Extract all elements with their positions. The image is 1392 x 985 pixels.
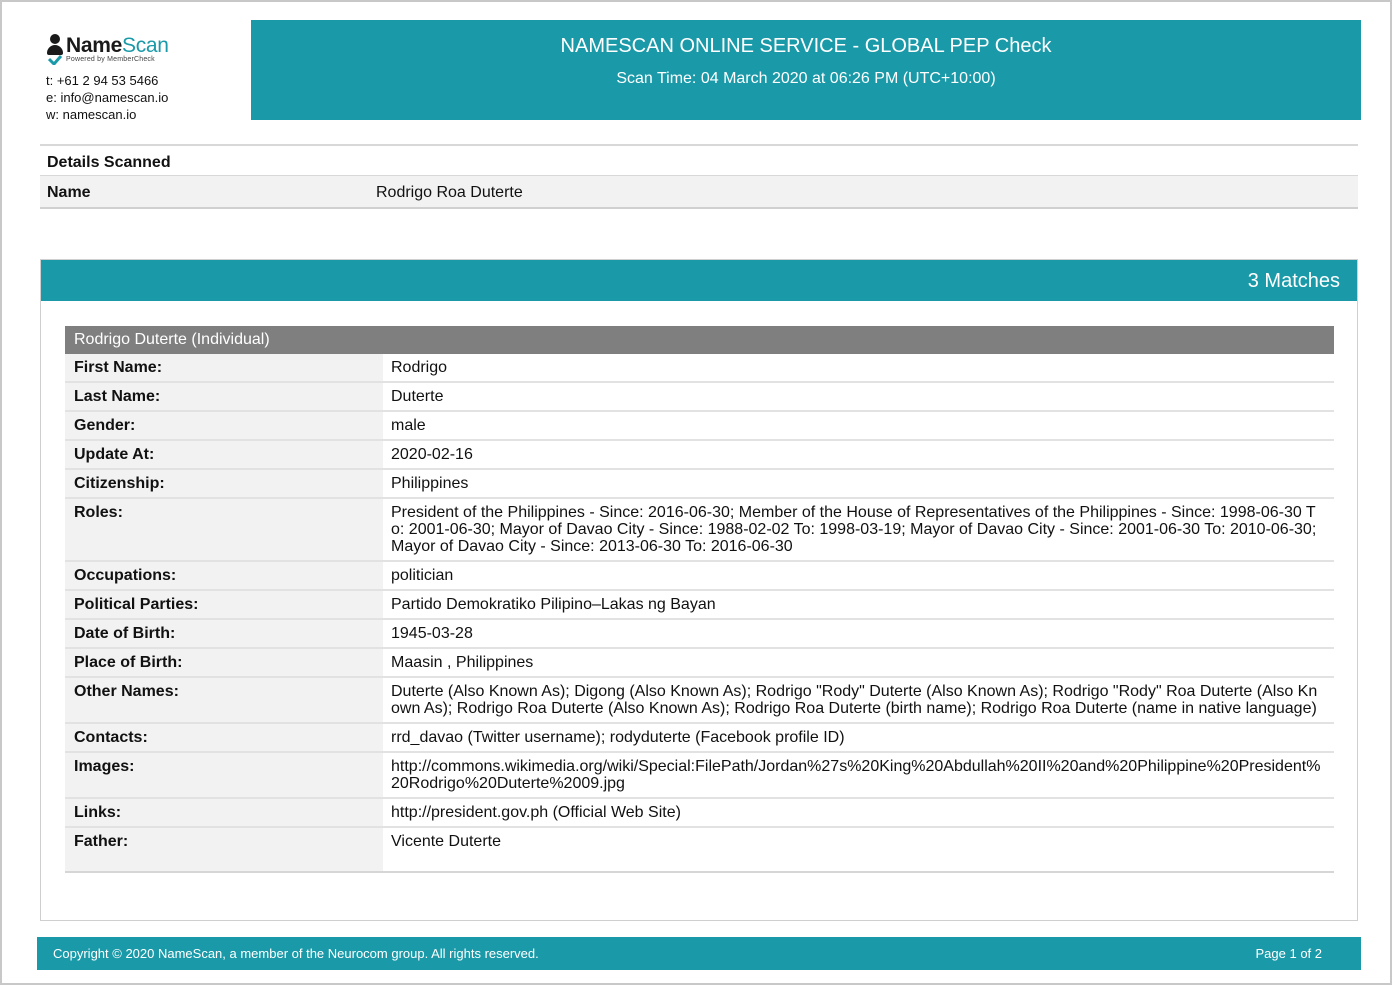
field-label: Place of Birth: (74, 654, 183, 671)
field-label: Occupations: (74, 567, 177, 584)
field-row: Occupations: politician (65, 562, 1334, 591)
field-value: http://president.gov.ph (Official Web Si… (391, 804, 681, 821)
field-label: Links: (74, 804, 122, 821)
logo-name-part-1: Name (66, 34, 122, 57)
logo-tagline: Powered by MemberCheck (66, 56, 155, 63)
field-label: Political Parties: (74, 596, 199, 613)
company-info: NameScan Powered by MemberCheck t: +61 2… (46, 34, 246, 123)
field-label: Contacts: (74, 729, 148, 746)
field-value: Rodrigo (391, 359, 448, 376)
field-row: Update At: 2020-02-16 (65, 441, 1334, 470)
matches-count: 3 Matches (41, 260, 1357, 301)
field-row: Father: Vicente Duterte (65, 828, 1334, 873)
field-label: Gender: (74, 417, 136, 434)
field-value: Vicente Duterte (391, 833, 501, 850)
field-label: Other Names: (74, 683, 179, 700)
contact-web: w: namescan.io (46, 107, 137, 122)
field-row: Contacts: rrd_davao (Twitter username); r… (65, 724, 1334, 753)
field-value: politician (391, 567, 454, 584)
report-title-band: NAMESCAN ONLINE SERVICE - GLOBAL PEP Che… (251, 20, 1361, 120)
report-page: NameScan Powered by MemberCheck t: +61 2… (0, 0, 1392, 985)
match-record-fields: First Name: Rodrigo Last Name: Duterte Gende… (65, 354, 1334, 873)
field-row: Date of Birth: 1945-03-28 (65, 620, 1334, 649)
person-check-icon (46, 34, 64, 66)
field-value: rrd_davao (Twitter username); rodydutert… (391, 729, 845, 746)
contact-email: e: info@namescan.io (46, 90, 169, 105)
field-row: Political Parties: Partido Demokratiko Pi… (65, 591, 1334, 620)
field-row: Links: http://president.gov.ph (Official … (65, 799, 1334, 828)
field-value: http://commons.wikimedia.org/wiki/Specia… (391, 758, 1321, 792)
field-label: Images: (74, 758, 135, 775)
field-label: Citizenship: (74, 475, 165, 492)
copyright-text: Copyright © 2020 NameScan, a member of t… (53, 946, 539, 961)
details-name-label: Name (47, 184, 91, 201)
scan-time: Scan Time: 04 March 2020 at 06:26 PM (UT… (616, 70, 996, 87)
field-label: Father: (74, 833, 129, 850)
field-value: Duterte (391, 388, 444, 405)
field-label: First Name: (74, 359, 163, 376)
field-row: Other Names: Duterte (Also Known As); Dig… (65, 678, 1334, 724)
field-row: Images: http://commons.wikimedia.org/wiki… (65, 753, 1334, 799)
field-value: Duterte (Also Known As); Digong (Also Kn… (391, 683, 1318, 717)
field-value: President of the Philippines - Since: 20… (391, 504, 1317, 555)
matches-section: 3 Matches Rodrigo Duterte (Individual) F… (40, 259, 1358, 921)
field-row: First Name: Rodrigo (65, 354, 1334, 383)
match-record-title: Rodrigo Duterte (Individual) (65, 326, 1334, 354)
field-value: 1945-03-28 (391, 625, 473, 642)
field-label: Update At: (74, 446, 155, 463)
field-row: Place of Birth: Maasin , Philippines (65, 649, 1334, 678)
field-row: Last Name: Duterte (65, 383, 1334, 412)
details-scanned-heading: Details Scanned (40, 144, 1358, 176)
field-value: Partido Demokratiko Pilipino–Lakas ng Ba… (391, 596, 716, 613)
field-value: male (391, 417, 426, 434)
contact-phone: t: +61 2 94 53 5466 (46, 73, 159, 88)
field-label: Date of Birth: (74, 625, 176, 642)
field-value: Maasin , Philippines (391, 654, 534, 671)
logo-name-part-2: Scan (122, 34, 169, 57)
details-name-row: Name Rodrigo Roa Duterte (40, 176, 1358, 209)
field-row: Citizenship: Philippines (65, 470, 1334, 499)
field-value: 2020-02-16 (391, 446, 473, 463)
page-footer: Copyright © 2020 NameScan, a member of t… (37, 937, 1361, 970)
field-label: Roles: (74, 504, 123, 521)
field-label: Last Name: (74, 388, 161, 405)
report-title: NAMESCAN ONLINE SERVICE - GLOBAL PEP Che… (560, 35, 1052, 57)
details-scanned-section: Details Scanned Name Rodrigo Roa Duterte (40, 144, 1358, 209)
match-record: Rodrigo Duterte (Individual) First Name:… (65, 326, 1334, 873)
page-number: Page 1 of 2 (1255, 946, 1323, 961)
field-row: Gender: male (65, 412, 1334, 441)
namescan-logo: NameScan Powered by MemberCheck (46, 34, 246, 68)
field-value: Philippines (391, 475, 469, 492)
details-name-value: Rodrigo Roa Duterte (376, 184, 523, 201)
field-row: Roles: President of the Philippines - Sin… (65, 499, 1334, 562)
